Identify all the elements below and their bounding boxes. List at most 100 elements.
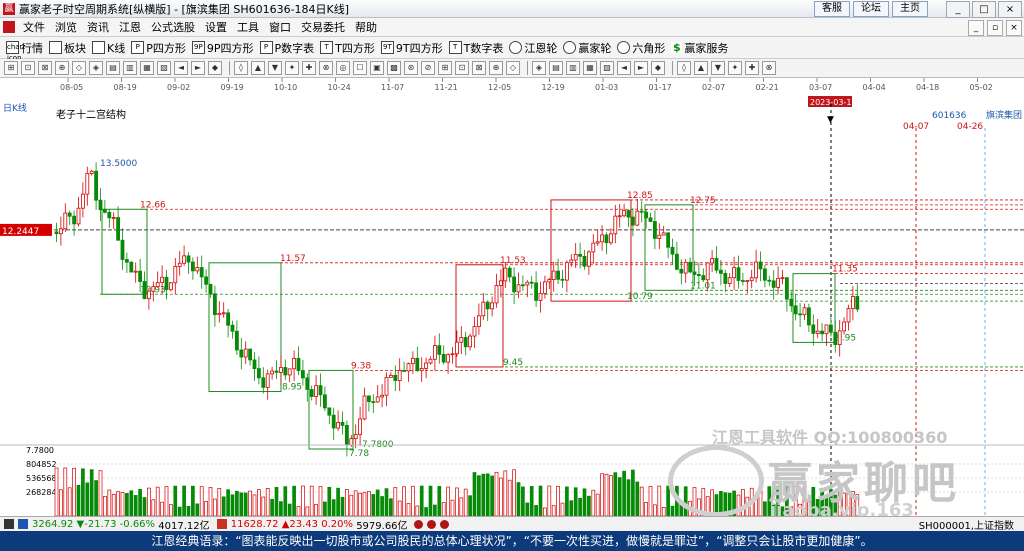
- drawing-tool-icon[interactable]: ◈: [89, 61, 103, 75]
- tool-kline[interactable]: K线: [92, 40, 125, 56]
- drawing-tool-icon[interactable]: ✚: [745, 61, 759, 75]
- drawing-tool-icon[interactable]: ◎: [336, 61, 350, 75]
- drawing-tool-icon[interactable]: ◊: [234, 61, 248, 75]
- drawing-tool-icon[interactable]: ◇: [506, 61, 520, 75]
- menu-settings[interactable]: 设置: [200, 19, 232, 35]
- drawing-tool-icon[interactable]: ▧: [157, 61, 171, 75]
- news-icon[interactable]: [439, 519, 449, 529]
- tool-p-table[interactable]: P P数字表: [259, 40, 314, 56]
- candle-body: [89, 170, 94, 174]
- drawing-tool-icon[interactable]: ⊘: [421, 61, 435, 75]
- drawing-tool-icon[interactable]: ▤: [549, 61, 563, 75]
- menu-formula[interactable]: 公式选股: [146, 19, 200, 35]
- menu-gann[interactable]: 江恩: [114, 19, 146, 35]
- drawing-tool-icon[interactable]: ►: [191, 61, 205, 75]
- grid-icon[interactable]: [4, 519, 14, 529]
- close-button[interactable]: ×: [998, 1, 1022, 18]
- drawing-tool-icon[interactable]: ►: [634, 61, 648, 75]
- kline-chart[interactable]: 08-05 08-19 09-02 09-19 10-10 10-24 11-07 11-21…: [0, 78, 1024, 516]
- menu-file[interactable]: 文件: [18, 19, 50, 35]
- drawing-tool-icon[interactable]: ⊕: [489, 61, 503, 75]
- tool-t-square[interactable]: T T四方形: [320, 40, 375, 56]
- volume-bar: [125, 493, 129, 516]
- index-sz-icon: [216, 519, 227, 529]
- candle-body: [107, 211, 112, 219]
- maximize-button[interactable]: □: [972, 1, 996, 18]
- drawing-tool-icon[interactable]: ▧: [600, 61, 614, 75]
- menu-tools[interactable]: 工具: [232, 19, 264, 35]
- drawing-tool-icon[interactable]: ⊡: [21, 61, 35, 75]
- link-service[interactable]: 客服: [814, 1, 850, 17]
- candle-body: [292, 357, 297, 370]
- candle-body: [529, 281, 534, 284]
- mdi-minimize-button[interactable]: _: [968, 20, 984, 36]
- menu-info[interactable]: 资讯: [82, 19, 114, 35]
- drawing-tool-icon[interactable]: ▦: [140, 61, 154, 75]
- tool-sector[interactable]: 板块: [49, 40, 86, 56]
- candle-body: [133, 270, 138, 273]
- tool-t-table[interactable]: T T数字表: [448, 40, 503, 56]
- drawing-tool-icon[interactable]: ◄: [617, 61, 631, 75]
- drawing-tool-icon[interactable]: ⊗: [319, 61, 333, 75]
- drawing-tool-icon[interactable]: ▦: [583, 61, 597, 75]
- drawing-tool-icon[interactable]: ◄: [174, 61, 188, 75]
- tool-quotes[interactable]: chart-icon 行情: [6, 40, 43, 62]
- tool-hexagon[interactable]: 六角形: [617, 40, 665, 56]
- drawing-tool-icon[interactable]: ⊗: [762, 61, 776, 75]
- drawing-tool-icon[interactable]: ▼: [268, 61, 282, 75]
- drawing-tool-icon[interactable]: ⊞: [438, 61, 452, 75]
- mdi-restore-button[interactable]: ▫: [987, 20, 1003, 36]
- tool-9t-square[interactable]: 9T 9T四方形: [380, 40, 443, 56]
- tool-winner-service[interactable]: $ 赢家服务: [671, 40, 728, 56]
- drawing-tool-icon[interactable]: ▥: [566, 61, 580, 75]
- drawing-tool-icon[interactable]: ✚: [302, 61, 316, 75]
- volume-bar: [631, 469, 635, 516]
- drawing-tool-icon[interactable]: ◆: [651, 61, 665, 75]
- drawing-tool-icon[interactable]: ◊: [677, 61, 691, 75]
- menu-trade[interactable]: 交易委托: [296, 19, 350, 35]
- volume-bar: [89, 469, 94, 516]
- volume-bar: [851, 490, 855, 516]
- candle-body: [212, 293, 217, 316]
- drawing-tool-icon[interactable]: ▲: [694, 61, 708, 75]
- drawing-tool-icon[interactable]: ▼: [711, 61, 725, 75]
- drawing-tool-icon[interactable]: ✦: [728, 61, 742, 75]
- drawing-tool-icon[interactable]: ⊞: [4, 61, 18, 75]
- tool-p-square[interactable]: P P四方形: [131, 40, 186, 56]
- drawing-tool-icon[interactable]: ▤: [106, 61, 120, 75]
- drawing-tool-icon[interactable]: ⊠: [38, 61, 52, 75]
- tool-winner-wheel[interactable]: 赢家轮: [563, 40, 611, 56]
- mdi-close-button[interactable]: ×: [1006, 20, 1022, 36]
- drawing-tool-icon[interactable]: ✦: [285, 61, 299, 75]
- drawing-tool-icon[interactable]: ⊡: [455, 61, 469, 75]
- drawing-tool-icon[interactable]: ⊕: [55, 61, 69, 75]
- menu-help[interactable]: 帮助: [350, 19, 382, 35]
- link-forum[interactable]: 论坛: [853, 1, 889, 17]
- volume-bar: [490, 475, 494, 516]
- minimize-button[interactable]: _: [946, 1, 970, 18]
- volume-bar: [485, 473, 490, 516]
- drawing-tool-icon[interactable]: ▩: [387, 61, 401, 75]
- drawing-tool-icon[interactable]: ⊠: [472, 61, 486, 75]
- drawing-tool-icon[interactable]: ▣: [370, 61, 384, 75]
- candle-body: [186, 255, 191, 263]
- volume-bar: [512, 469, 516, 516]
- drawing-tool-icon[interactable]: ☐: [353, 61, 367, 75]
- menu-window[interactable]: 窗口: [264, 19, 296, 35]
- drawing-tool-icon[interactable]: ◆: [208, 61, 222, 75]
- volume-bar: [653, 504, 657, 516]
- volume-bar: [384, 488, 389, 516]
- volume-bar: [736, 494, 741, 516]
- volume-bar: [318, 486, 323, 516]
- drawing-tool-icon[interactable]: ▥: [123, 61, 137, 75]
- drawing-tool-icon[interactable]: ⊛: [404, 61, 418, 75]
- alert-icon[interactable]: [413, 519, 423, 529]
- menu-browse[interactable]: 浏览: [50, 19, 82, 35]
- drawing-tool-icon[interactable]: ◈: [532, 61, 546, 75]
- tool-gann-wheel[interactable]: 江恩轮: [509, 40, 557, 56]
- link-home[interactable]: 主页: [892, 1, 928, 17]
- message-icon[interactable]: [426, 519, 436, 529]
- tool-9p-square[interactable]: 9P 9P四方形: [191, 40, 254, 56]
- drawing-tool-icon[interactable]: ◇: [72, 61, 86, 75]
- drawing-tool-icon[interactable]: ▲: [251, 61, 265, 75]
